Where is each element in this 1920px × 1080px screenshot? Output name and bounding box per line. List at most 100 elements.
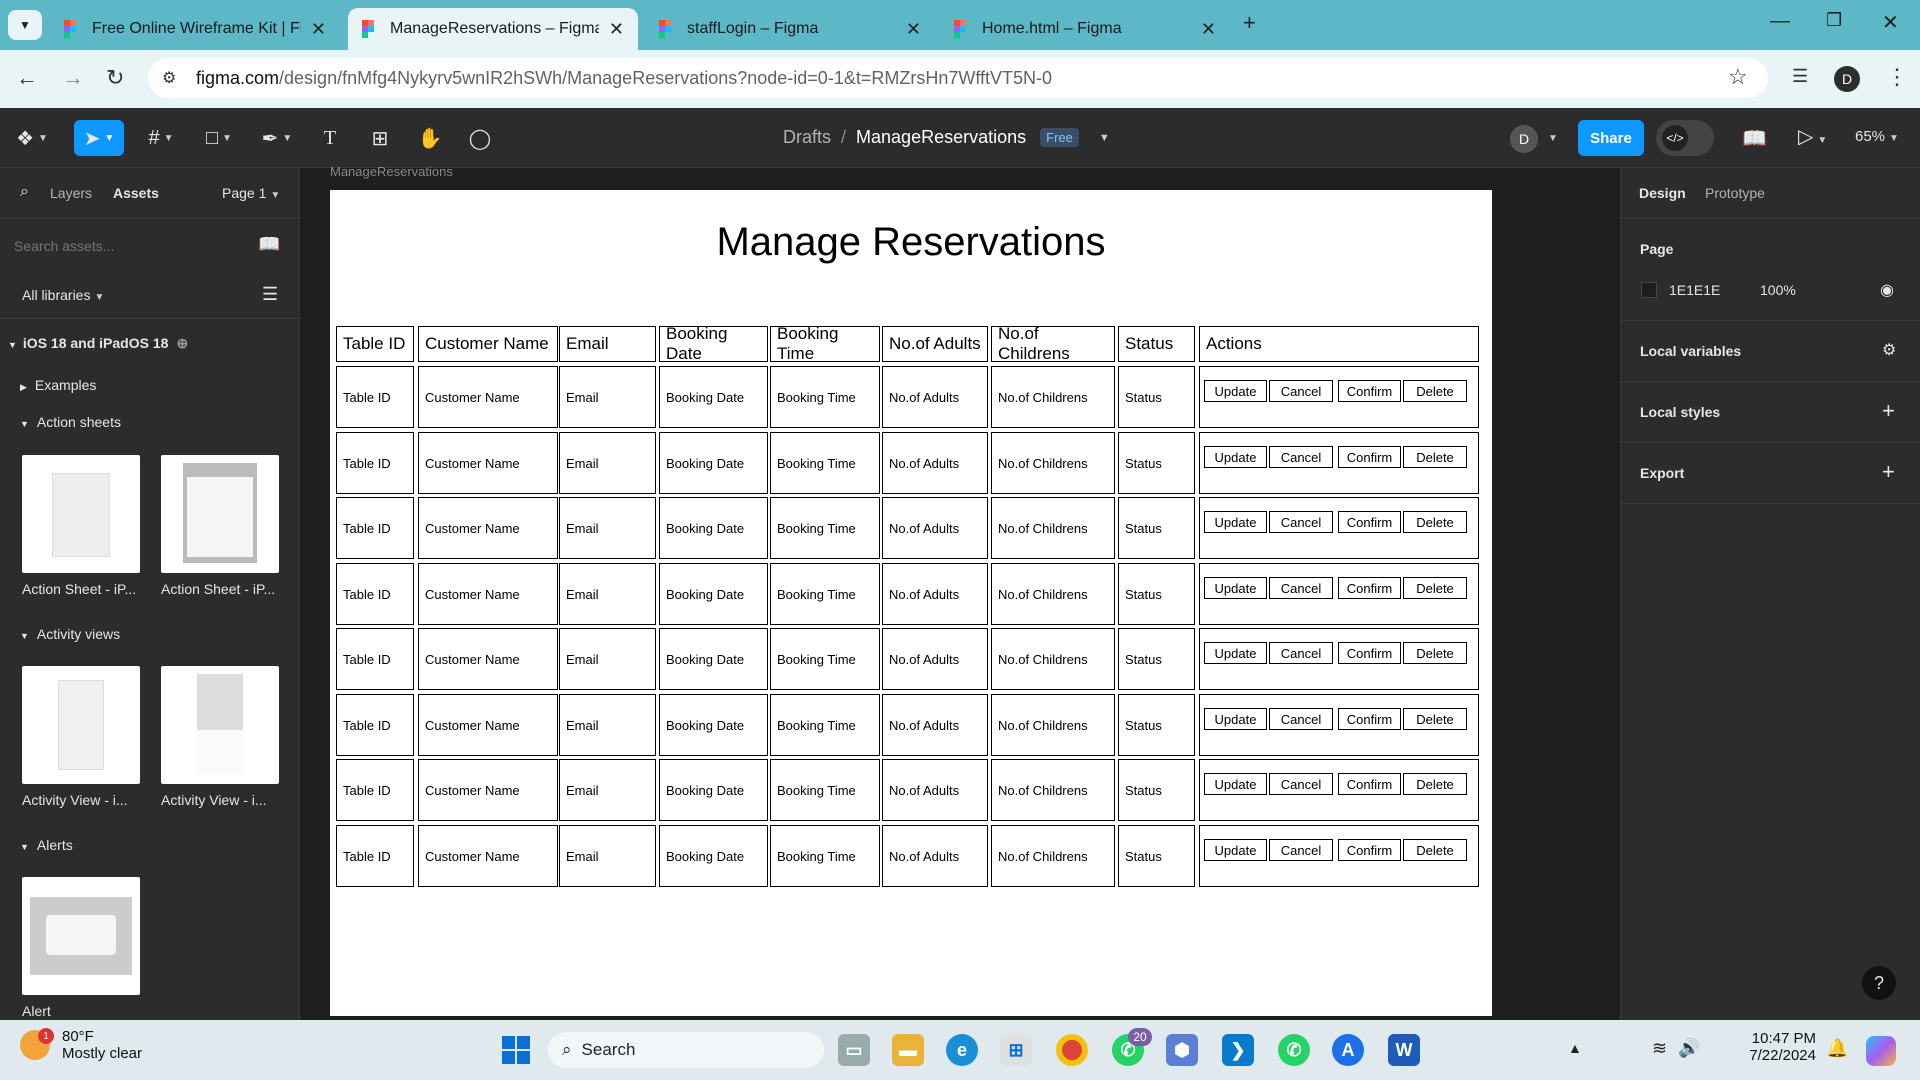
app-store-icon[interactable]: A bbox=[1332, 1034, 1364, 1066]
volume-icon[interactable]: 🔊 bbox=[1678, 1038, 1700, 1059]
asset-thumbnail[interactable] bbox=[161, 455, 279, 573]
confirm-button[interactable]: Confirm bbox=[1338, 446, 1401, 468]
update-button[interactable]: Update bbox=[1204, 839, 1267, 861]
cancel-button[interactable]: Cancel bbox=[1269, 511, 1333, 533]
edge-icon[interactable]: e bbox=[946, 1034, 978, 1066]
hand-tool-button[interactable]: ✋ bbox=[414, 120, 446, 156]
add-export-icon[interactable]: + bbox=[1882, 459, 1895, 485]
close-icon[interactable]: ✕ bbox=[609, 19, 624, 40]
list-view-icon[interactable]: ☰ bbox=[262, 284, 278, 305]
cancel-button[interactable]: Cancel bbox=[1269, 446, 1333, 468]
resources-tool-button[interactable]: ⊞ bbox=[364, 120, 396, 156]
delete-button[interactable]: Delete bbox=[1403, 511, 1467, 533]
text-tool-button[interactable]: T bbox=[314, 120, 346, 156]
store-icon[interactable]: ⊞ bbox=[1000, 1034, 1032, 1066]
forward-icon[interactable]: → bbox=[62, 65, 84, 91]
profile-avatar[interactable]: D bbox=[1834, 66, 1860, 92]
weather-widget[interactable]: 1 80°F Mostly clear bbox=[20, 1028, 142, 1062]
chevron-up-icon[interactable]: ▲ bbox=[1568, 1040, 1582, 1056]
tab-prototype[interactable]: Prototype bbox=[1705, 185, 1765, 201]
section-examples[interactable]: ▶ Examples bbox=[20, 377, 96, 393]
confirm-button[interactable]: Confirm bbox=[1338, 642, 1401, 664]
tab-search-button[interactable]: ▼ bbox=[8, 10, 42, 40]
asset-thumbnail[interactable] bbox=[22, 455, 140, 573]
tab-layers[interactable]: Layers bbox=[50, 185, 92, 201]
copilot-icon[interactable] bbox=[1866, 1036, 1896, 1066]
chevron-down-icon[interactable]: ▼ bbox=[1548, 133, 1558, 144]
asset-thumbnail[interactable] bbox=[161, 666, 279, 784]
breadcrumb-drafts[interactable]: Drafts bbox=[783, 127, 831, 148]
shape-tool-button[interactable]: □ ▼ bbox=[196, 120, 242, 156]
update-button[interactable]: Update bbox=[1204, 708, 1267, 730]
chrome-icon[interactable] bbox=[1056, 1034, 1088, 1066]
confirm-button[interactable]: Confirm bbox=[1338, 380, 1401, 402]
browser-menu-icon[interactable]: ⋮ bbox=[1886, 64, 1908, 90]
main-menu-button[interactable]: ❖ ▼ bbox=[12, 120, 52, 156]
asset-thumbnail[interactable] bbox=[22, 666, 140, 784]
library-icon[interactable]: 📖 bbox=[1742, 126, 1767, 151]
task-view-icon[interactable]: ▭ bbox=[838, 1034, 870, 1066]
browser-tab[interactable]: staffLogin – Figma ✕ bbox=[645, 8, 935, 50]
media-control-icon[interactable]: ☰ bbox=[1792, 66, 1808, 87]
file-explorer-icon[interactable]: ▬ bbox=[892, 1034, 924, 1066]
help-button[interactable]: ? bbox=[1862, 966, 1896, 1000]
page-opacity-value[interactable]: 100% bbox=[1760, 282, 1796, 298]
delete-button[interactable]: Delete bbox=[1403, 708, 1467, 730]
delete-button[interactable]: Delete bbox=[1403, 839, 1467, 861]
tab-assets[interactable]: Assets bbox=[113, 185, 159, 201]
present-button[interactable]: ▷ ▼ bbox=[1798, 124, 1827, 149]
restore-button[interactable]: ❐ bbox=[1826, 10, 1842, 31]
cancel-button[interactable]: Cancel bbox=[1269, 839, 1333, 861]
reload-icon[interactable]: ↻ bbox=[106, 65, 124, 91]
section-action-sheets[interactable]: ▼ Action sheets bbox=[20, 414, 121, 430]
chevron-down-icon[interactable]: ▼ bbox=[1099, 132, 1110, 144]
asset-thumbnail[interactable] bbox=[22, 877, 140, 995]
new-tab-button[interactable]: + bbox=[1243, 10, 1256, 36]
site-info-icon[interactable]: ⚙ bbox=[162, 68, 176, 88]
frame-tool-button[interactable]: # ▼ bbox=[138, 120, 184, 156]
section-activity-views[interactable]: ▼ Activity views bbox=[20, 626, 120, 642]
browser-tab-active[interactable]: ManageReservations – Figma ✕ bbox=[348, 8, 638, 50]
search-assets-input[interactable] bbox=[14, 232, 244, 260]
whatsapp-desktop-icon[interactable]: ✆ bbox=[1278, 1034, 1310, 1066]
move-tool-button[interactable]: ➤ ▼ bbox=[74, 120, 124, 156]
dev-mode-toggle[interactable]: </> bbox=[1656, 120, 1714, 156]
section-alerts[interactable]: ▼ Alerts bbox=[20, 837, 73, 853]
variables-icon[interactable]: ⚙ bbox=[1882, 340, 1896, 360]
cancel-button[interactable]: Cancel bbox=[1269, 642, 1333, 664]
network-icon[interactable]: ≋ bbox=[1652, 1038, 1667, 1059]
confirm-button[interactable]: Confirm bbox=[1338, 708, 1401, 730]
page-color-swatch[interactable] bbox=[1641, 282, 1657, 298]
taskbar-search[interactable]: ⌕ Search bbox=[548, 1032, 824, 1068]
close-icon[interactable]: ✕ bbox=[311, 19, 326, 40]
app-icon[interactable]: ⬢ bbox=[1166, 1034, 1198, 1066]
confirm-button[interactable]: Confirm bbox=[1338, 839, 1401, 861]
url-input[interactable]: figma.com/design/fnMfg4Nykyrv5wnIR2hSWh/… bbox=[148, 58, 1768, 98]
update-button[interactable]: Update bbox=[1204, 577, 1267, 599]
book-icon[interactable]: 📖 bbox=[258, 234, 280, 255]
delete-button[interactable]: Delete bbox=[1403, 380, 1467, 402]
bookmark-star-icon[interactable]: ☆ bbox=[1728, 64, 1748, 90]
delete-button[interactable]: Delete bbox=[1403, 642, 1467, 664]
export-label[interactable]: Export bbox=[1640, 465, 1684, 481]
close-icon[interactable]: ✕ bbox=[906, 19, 921, 40]
notification-bell-icon[interactable]: 🔔 bbox=[1826, 1038, 1848, 1059]
update-button[interactable]: Update bbox=[1204, 773, 1267, 795]
cancel-button[interactable]: Cancel bbox=[1269, 577, 1333, 599]
word-icon[interactable]: W bbox=[1388, 1034, 1420, 1066]
eye-icon[interactable]: ◉ bbox=[1880, 280, 1894, 300]
cancel-button[interactable]: Cancel bbox=[1269, 708, 1333, 730]
close-icon[interactable]: ✕ bbox=[1201, 19, 1216, 40]
libraries-dropdown[interactable]: All libraries ▼ bbox=[22, 287, 104, 303]
delete-button[interactable]: Delete bbox=[1403, 446, 1467, 468]
confirm-button[interactable]: Confirm bbox=[1338, 511, 1401, 533]
minimize-button[interactable]: — bbox=[1770, 10, 1790, 33]
comment-tool-button[interactable]: ◯ bbox=[464, 120, 496, 156]
file-name[interactable]: ManageReservations bbox=[856, 127, 1026, 148]
add-style-icon[interactable]: + bbox=[1882, 398, 1895, 424]
delete-button[interactable]: Delete bbox=[1403, 577, 1467, 599]
design-frame[interactable]: Manage Reservations Table ID Customer Nam… bbox=[330, 190, 1492, 1016]
confirm-button[interactable]: Confirm bbox=[1338, 577, 1401, 599]
back-icon[interactable]: ← bbox=[16, 65, 38, 91]
delete-button[interactable]: Delete bbox=[1403, 773, 1467, 795]
